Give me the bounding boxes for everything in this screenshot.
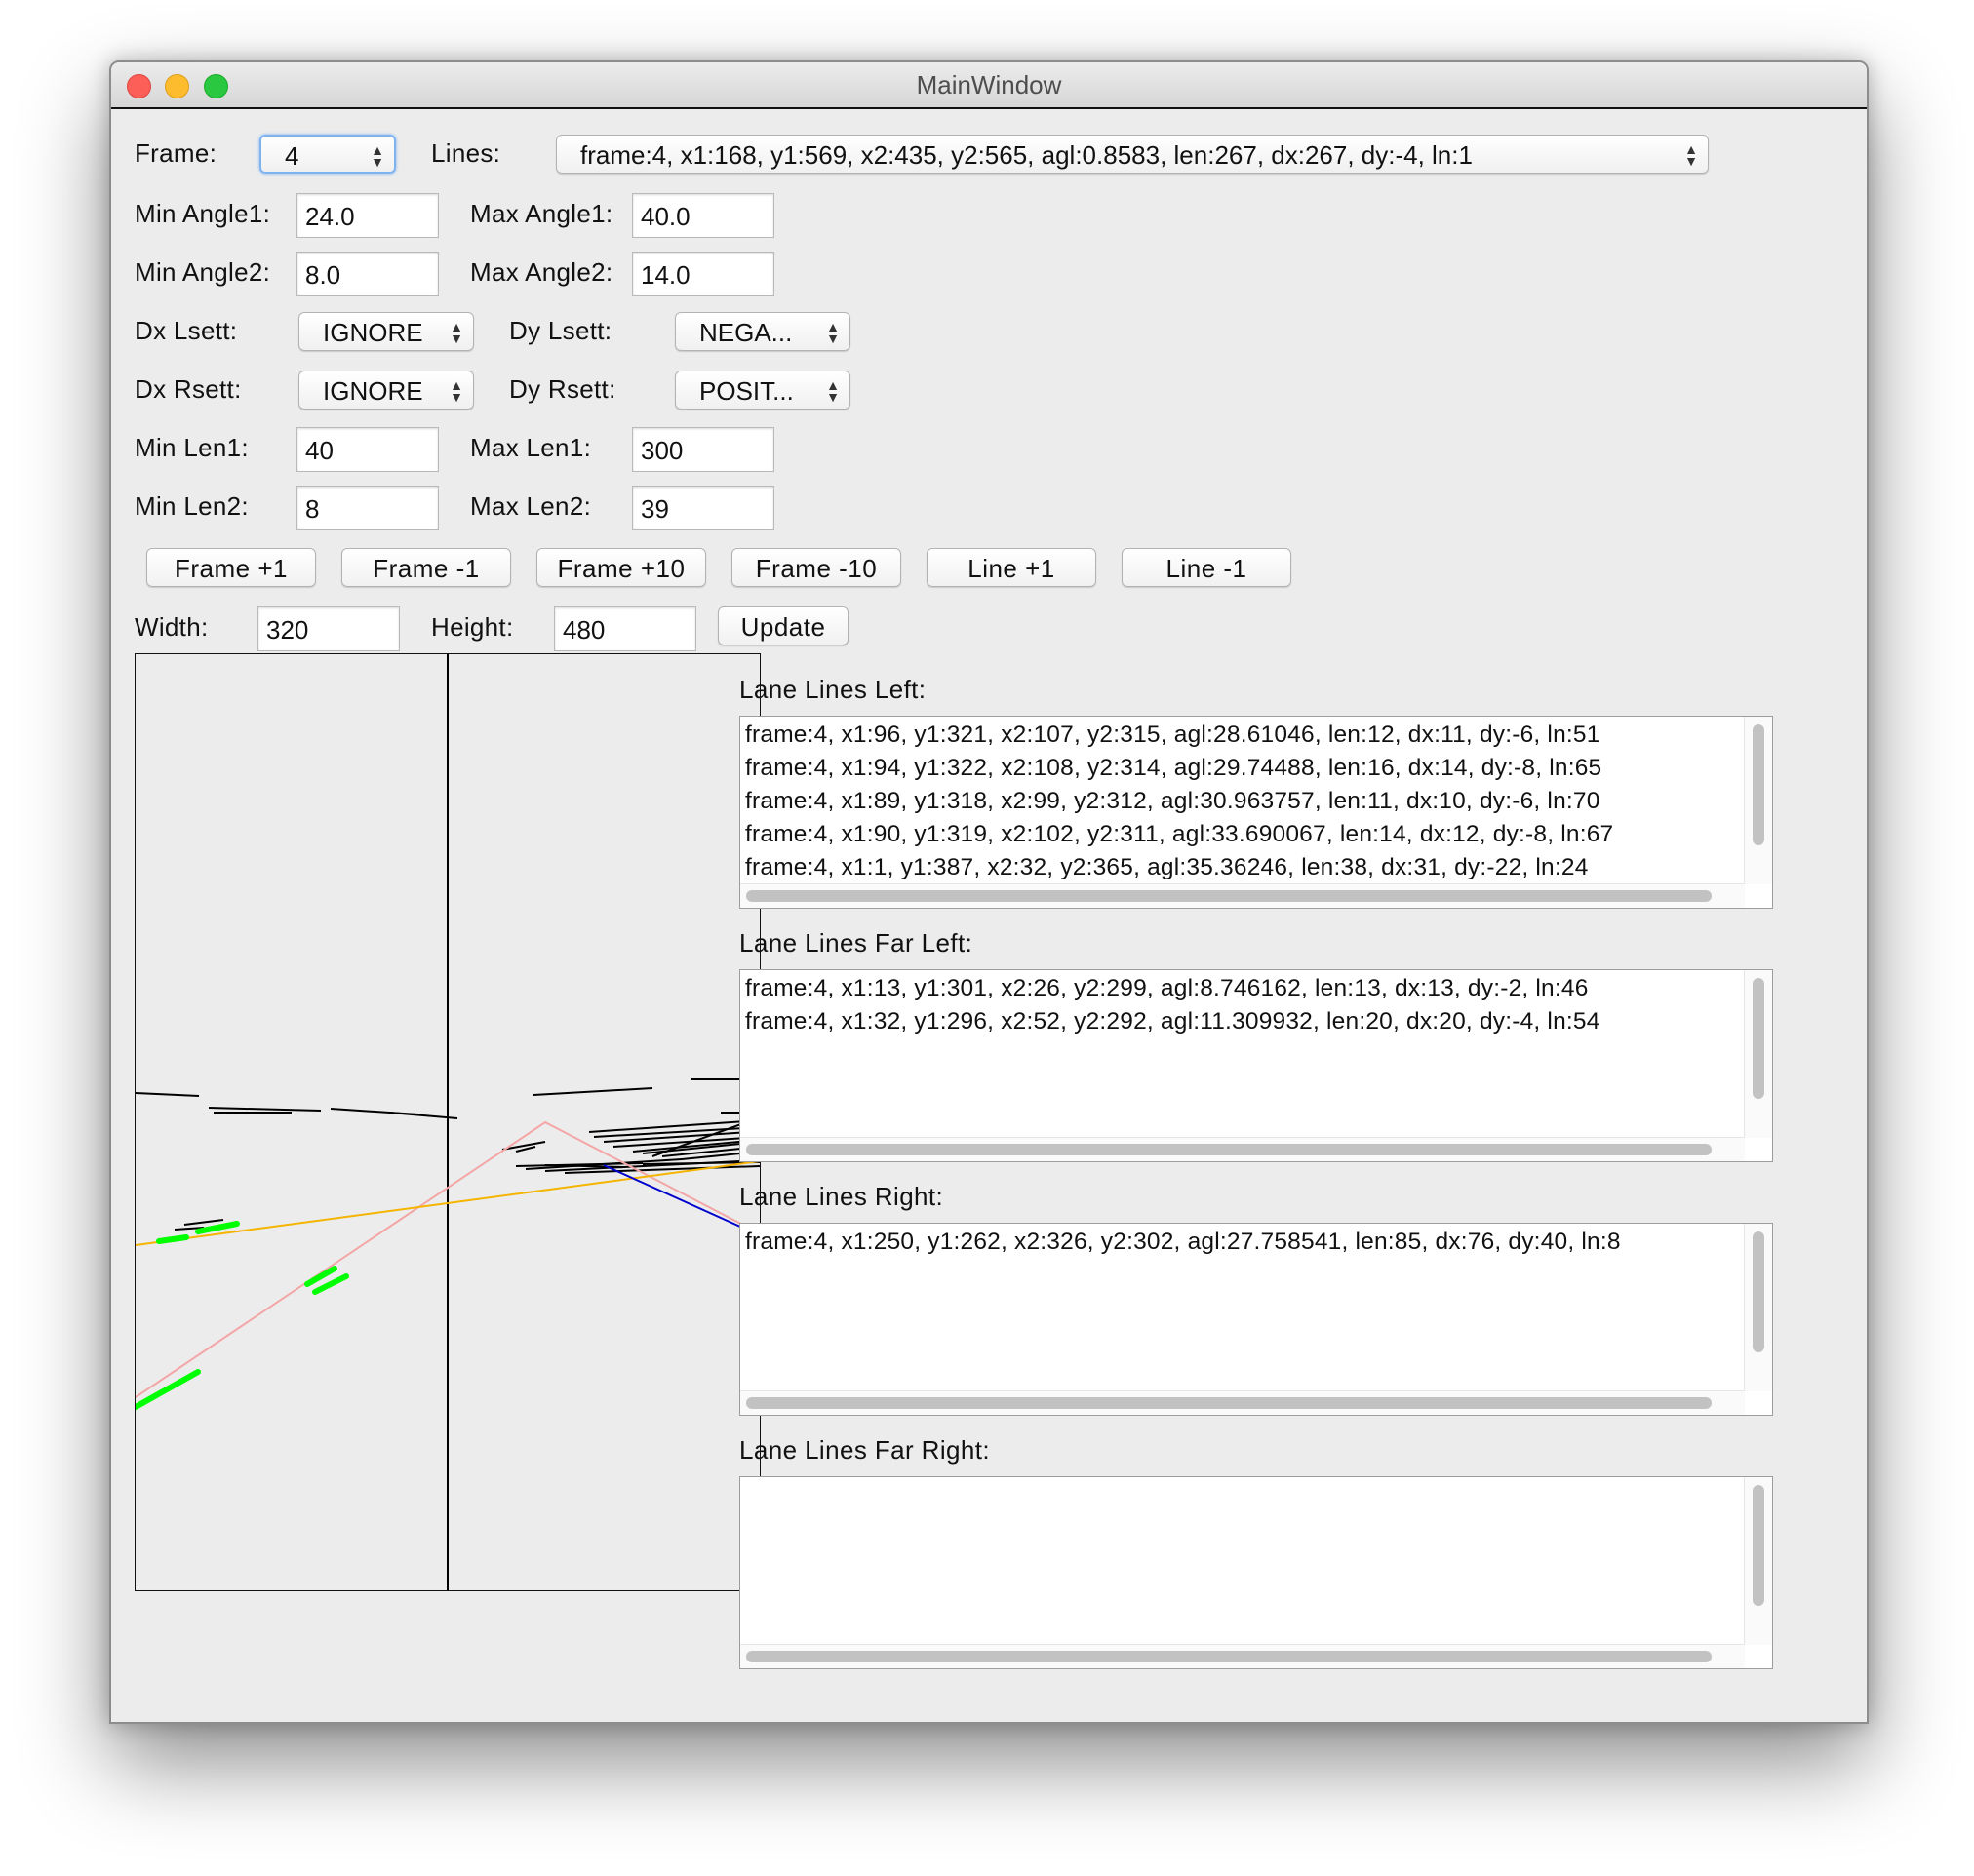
up-down-arrows-icon: ▲ ▼ bbox=[371, 142, 384, 170]
list-item[interactable]: frame:4, x1:32, y1:296, x2:52, y2:292, a… bbox=[745, 1005, 1743, 1038]
right-lane-line bbox=[603, 1164, 760, 1236]
max-len1-label: Max Len1: bbox=[470, 433, 592, 462]
min-len2-field[interactable]: 8 bbox=[296, 486, 439, 530]
lane-lines-far-left-rows: frame:4, x1:13, y1:301, x2:26, y2:299, a… bbox=[745, 972, 1743, 1038]
dy-rsett-value: POSIT... bbox=[699, 376, 794, 406]
window-title: MainWindow bbox=[916, 70, 1062, 99]
dx-lsett-label: Dx Lsett: bbox=[135, 316, 238, 345]
width-field[interactable]: 320 bbox=[257, 606, 400, 651]
dx-lsett-value: IGNORE bbox=[323, 318, 423, 347]
list-item[interactable]: frame:4, x1:89, y1:318, x2:99, y2:312, a… bbox=[745, 785, 1743, 818]
scroll-thumb[interactable] bbox=[1753, 978, 1764, 1099]
list-item[interactable]: frame:4, x1:96, y1:321, x2:107, y2:315, … bbox=[745, 719, 1743, 752]
lane-lines-far-left-list[interactable]: frame:4, x1:13, y1:301, x2:26, y2:299, a… bbox=[739, 969, 1773, 1162]
max-angle1-field[interactable]: 40.0 bbox=[632, 193, 774, 238]
title-bar: MainWindow bbox=[111, 62, 1867, 109]
lines-select[interactable]: frame:4, x1:168, y1:569, x2:435, y2:565,… bbox=[556, 135, 1709, 174]
scroll-thumb[interactable] bbox=[746, 1397, 1712, 1409]
lane-lines-left-rows: frame:4, x1:96, y1:321, x2:107, y2:315, … bbox=[745, 719, 1743, 884]
min-len2-label: Min Len2: bbox=[135, 491, 249, 521]
line-plus-1-button[interactable]: Line +1 bbox=[927, 548, 1096, 587]
scroll-thumb[interactable] bbox=[1753, 724, 1764, 845]
lane-lines-far-right-label: Lane Lines Far Right: bbox=[739, 1435, 990, 1465]
list-item[interactable]: frame:4, x1:250, y1:262, x2:326, y2:302,… bbox=[745, 1226, 1743, 1259]
lane-drawing bbox=[136, 654, 760, 1590]
dy-rsett-label: Dy Rsett: bbox=[509, 374, 616, 404]
lane-lines-far-right-list[interactable] bbox=[739, 1476, 1773, 1669]
frame-minus-1-button[interactable]: Frame -1 bbox=[341, 548, 511, 587]
frame-minus-10-button[interactable]: Frame -10 bbox=[731, 548, 901, 587]
lines-select-value: frame:4, x1:168, y1:569, x2:435, y2:565,… bbox=[580, 140, 1473, 170]
update-button[interactable]: Update bbox=[718, 606, 849, 645]
list-item[interactable]: frame:4, x1:13, y1:301, x2:26, y2:299, a… bbox=[745, 972, 1743, 1005]
max-len2-label: Max Len2: bbox=[470, 491, 592, 521]
vertical-scrollbar[interactable] bbox=[1744, 1477, 1772, 1645]
min-len1-label: Min Len1: bbox=[135, 433, 249, 462]
lane-lines-right-label: Lane Lines Right: bbox=[739, 1182, 944, 1211]
scroll-thumb[interactable] bbox=[746, 1651, 1712, 1662]
up-down-arrows-icon: ▲ ▼ bbox=[450, 377, 463, 405]
lane-lines-left-label: Lane Lines Left: bbox=[739, 675, 927, 704]
height-field[interactable]: 480 bbox=[554, 606, 696, 651]
up-down-arrows-icon: ▲ ▼ bbox=[826, 319, 840, 346]
window-content: Frame: 4 ▲ ▼ Lines: frame:4, x1:168, y1:5… bbox=[111, 109, 1867, 1722]
main-window: MainWindow Frame: 4 ▲ ▼ Lines: frame:4, x… bbox=[109, 60, 1869, 1724]
lane-lines-right-list[interactable]: frame:4, x1:250, y1:262, x2:326, y2:302,… bbox=[739, 1223, 1773, 1416]
scroll-thumb[interactable] bbox=[746, 1144, 1712, 1155]
min-angle2-label: Min Angle2: bbox=[135, 257, 271, 287]
height-label: Height: bbox=[431, 612, 514, 642]
list-item[interactable]: frame:4, x1:94, y1:322, x2:108, y2:314, … bbox=[745, 752, 1743, 785]
max-angle2-label: Max Angle2: bbox=[470, 257, 613, 287]
frame-label: Frame: bbox=[135, 138, 217, 168]
horizontal-scrollbar[interactable] bbox=[740, 1390, 1745, 1415]
list-item[interactable]: frame:4, x1:90, y1:319, x2:102, y2:311, … bbox=[745, 818, 1743, 851]
frame-select[interactable]: 4 ▲ ▼ bbox=[259, 135, 396, 174]
max-len2-field[interactable]: 39 bbox=[632, 486, 774, 530]
dy-rsett-select[interactable]: POSIT... ▲ ▼ bbox=[675, 371, 850, 410]
dx-lsett-select[interactable]: IGNORE ▲ ▼ bbox=[298, 312, 474, 351]
up-down-arrows-icon: ▲ ▼ bbox=[1684, 141, 1698, 169]
line-minus-1-button[interactable]: Line -1 bbox=[1122, 548, 1291, 587]
vertical-scrollbar[interactable] bbox=[1744, 970, 1772, 1138]
dy-lsett-value: NEGA... bbox=[699, 318, 793, 347]
lane-lines-far-left-label: Lane Lines Far Left: bbox=[739, 928, 973, 958]
dy-lsett-label: Dy Lsett: bbox=[509, 316, 612, 345]
min-angle1-label: Min Angle1: bbox=[135, 199, 271, 228]
dy-lsett-select[interactable]: NEGA... ▲ ▼ bbox=[675, 312, 850, 351]
max-angle1-label: Max Angle1: bbox=[470, 199, 613, 228]
lines-label: Lines: bbox=[431, 138, 501, 168]
dx-rsett-select[interactable]: IGNORE ▲ ▼ bbox=[298, 371, 474, 410]
dx-rsett-value: IGNORE bbox=[323, 376, 423, 406]
lane-lines-left-list[interactable]: frame:4, x1:96, y1:321, x2:107, y2:315, … bbox=[739, 716, 1773, 909]
width-label: Width: bbox=[135, 612, 209, 642]
max-angle2-field[interactable]: 14.0 bbox=[632, 252, 774, 296]
vertical-scrollbar[interactable] bbox=[1744, 717, 1772, 884]
frame-plus-1-button[interactable]: Frame +1 bbox=[146, 548, 316, 587]
max-len1-field[interactable]: 300 bbox=[632, 427, 774, 472]
lane-lines-right-rows: frame:4, x1:250, y1:262, x2:326, y2:302,… bbox=[745, 1226, 1743, 1259]
scroll-thumb[interactable] bbox=[1753, 1485, 1764, 1606]
min-angle2-field[interactable]: 8.0 bbox=[296, 252, 439, 296]
scroll-thumb[interactable] bbox=[746, 890, 1712, 902]
lane-canvas bbox=[135, 653, 761, 1591]
vertical-scrollbar[interactable] bbox=[1744, 1224, 1772, 1391]
min-len1-field[interactable]: 40 bbox=[296, 427, 439, 472]
list-item[interactable]: frame:4, x1:1, y1:387, x2:32, y2:365, ag… bbox=[745, 851, 1743, 884]
scroll-thumb[interactable] bbox=[1753, 1231, 1764, 1352]
up-down-arrows-icon: ▲ ▼ bbox=[826, 377, 840, 405]
frame-select-value: 4 bbox=[285, 141, 299, 171]
horizontal-scrollbar[interactable] bbox=[740, 1137, 1745, 1161]
horizontal-scrollbar[interactable] bbox=[740, 1644, 1745, 1668]
dx-rsett-label: Dx Rsett: bbox=[135, 374, 242, 404]
frame-plus-10-button[interactable]: Frame +10 bbox=[536, 548, 706, 587]
left-candidate-lines bbox=[136, 1221, 349, 1410]
up-down-arrows-icon: ▲ ▼ bbox=[450, 319, 463, 346]
min-angle1-field[interactable]: 24.0 bbox=[296, 193, 439, 238]
horizontal-scrollbar[interactable] bbox=[740, 883, 1745, 908]
